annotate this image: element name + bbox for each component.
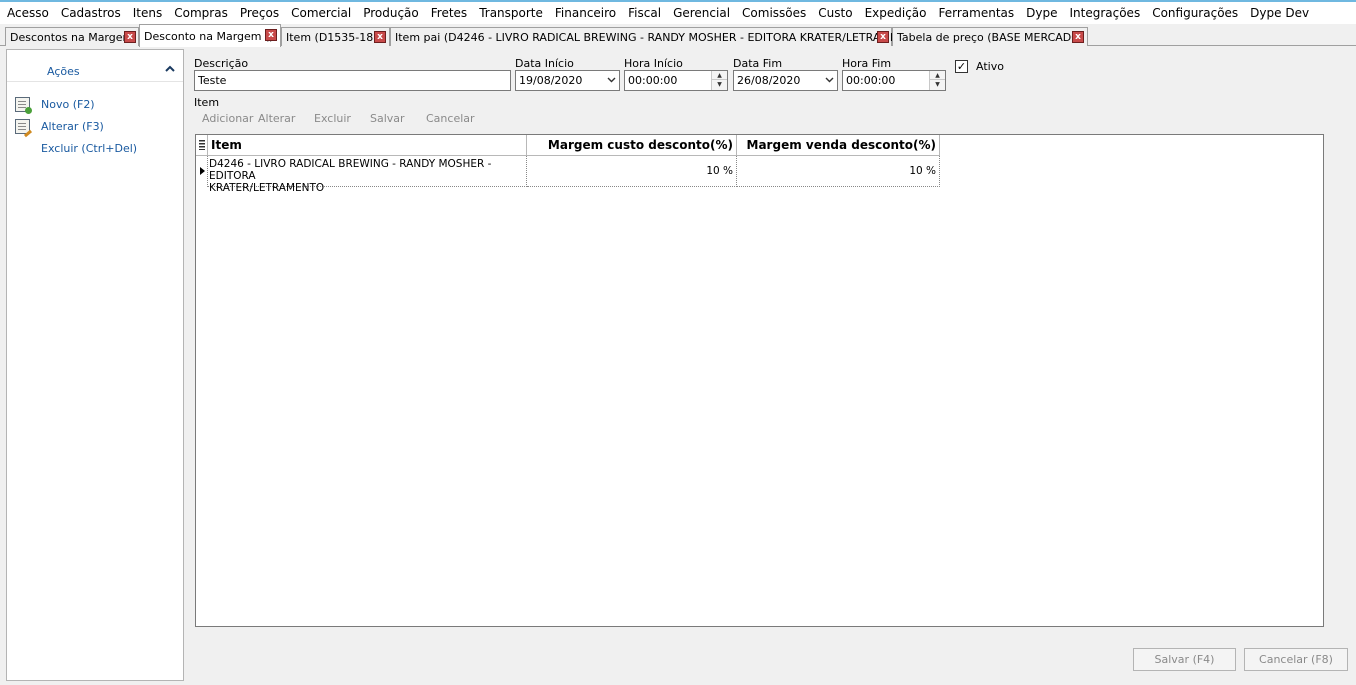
action-novo[interactable]: Novo (F2): [15, 95, 95, 114]
tab-label: Item (D1535-18): [286, 30, 378, 44]
tab-label: Tabela de preço (BASE MERCADO): [897, 30, 1085, 44]
hora-fim-value: 00:00:00: [846, 74, 896, 87]
cell-item-line2: KRATER/LETRAMENTO: [209, 182, 325, 194]
chevron-up-icon[interactable]: [165, 62, 175, 76]
cell-item-line1: D4246 - LIVRO RADICAL BREWING - RANDY MO…: [209, 158, 492, 182]
cancelar-item-button[interactable]: Cancelar: [426, 112, 475, 125]
menu-bar: Acesso Cadastros Itens Compras Preços Co…: [0, 2, 1356, 24]
tab-descontos-na-margem[interactable]: Descontos na Margem x: [5, 27, 139, 46]
data-fim-picker[interactable]: 26/08/2020: [733, 70, 838, 91]
menu-transporte[interactable]: Transporte: [473, 3, 549, 23]
chevron-down-icon[interactable]: [825, 75, 834, 84]
hora-fim-input[interactable]: 00:00:00 ▲ ▼: [842, 70, 946, 91]
close-icon[interactable]: x: [374, 31, 386, 43]
excluir-button[interactable]: Excluir: [314, 112, 351, 125]
tab-item-pai[interactable]: Item pai (D4246 - LIVRO RADICAL BREWING …: [390, 27, 925, 46]
hora-fim-label: Hora Fim: [842, 57, 892, 70]
descricao-value: Teste: [198, 74, 227, 87]
tab-desconto-na-margem[interactable]: Desconto na Margem () x: [139, 24, 281, 47]
menu-expedicao[interactable]: Expedição: [859, 3, 933, 23]
tab-tabela-de-preco[interactable]: Tabela de preço (BASE MERCADO) x: [892, 27, 1088, 46]
action-alterar[interactable]: Alterar (F3): [15, 117, 104, 135]
close-icon[interactable]: x: [124, 31, 136, 43]
menu-gerencial[interactable]: Gerencial: [667, 3, 736, 23]
action-alterar-label: Alterar (F3): [41, 119, 104, 133]
cancelar-button[interactable]: Cancelar (F8): [1244, 648, 1348, 671]
menu-fretes[interactable]: Fretes: [425, 3, 473, 23]
action-excluir[interactable]: Excluir (Ctrl+Del): [15, 139, 137, 157]
hora-inicio-spinner: ▲ ▼: [711, 71, 727, 90]
spin-up-icon[interactable]: ▲: [930, 71, 945, 80]
menu-comissoes[interactable]: Comissões: [736, 3, 812, 23]
cell-margem-custo[interactable]: 10 %: [527, 156, 737, 187]
menu-cadastros[interactable]: Cadastros: [55, 3, 127, 23]
edit-document-icon: [15, 118, 30, 134]
chevron-down-icon[interactable]: [607, 75, 616, 84]
actions-panel-header: Ações: [7, 50, 183, 82]
menu-integracoes[interactable]: Integrações: [1063, 3, 1146, 23]
menu-dype[interactable]: Dype: [1020, 3, 1063, 23]
descricao-input[interactable]: Teste: [194, 70, 511, 91]
tab-label: Descontos na Margem: [10, 30, 134, 44]
content-area: Ações Novo (F2) Alterar (F3) Excluir (Ct…: [0, 46, 1356, 685]
menu-comercial[interactable]: Comercial: [285, 3, 357, 23]
hora-inicio-label: Hora Início: [624, 57, 683, 70]
spin-up-icon[interactable]: ▲: [712, 71, 727, 80]
close-icon[interactable]: x: [877, 31, 889, 43]
actions-panel: Ações Novo (F2) Alterar (F3) Excluir (Ct…: [6, 49, 184, 681]
menu-financeiro[interactable]: Financeiro: [549, 3, 622, 23]
menu-dype-dev[interactable]: Dype Dev: [1244, 3, 1315, 23]
adicionar-button[interactable]: Adicionar: [202, 112, 253, 125]
salvar-item-button[interactable]: Salvar: [370, 112, 405, 125]
alterar-button[interactable]: Alterar: [258, 112, 295, 125]
tab-label: Desconto na Margem (): [144, 29, 274, 43]
menu-ferramentas[interactable]: Ferramentas: [933, 3, 1021, 23]
spin-down-icon[interactable]: ▼: [712, 80, 727, 89]
menu-fiscal[interactable]: Fiscal: [622, 3, 667, 23]
column-chooser-icon[interactable]: [196, 135, 208, 156]
descricao-label: Descrição: [194, 57, 249, 70]
data-inicio-value: 19/08/2020: [519, 74, 583, 87]
column-header-margem-venda[interactable]: Margem venda desconto(%): [737, 135, 940, 156]
table-row[interactable]: D4246 - LIVRO RADICAL BREWING - RANDY MO…: [196, 156, 940, 194]
ativo-checkbox[interactable]: ✓: [955, 60, 968, 73]
close-icon[interactable]: x: [265, 29, 277, 41]
data-inicio-label: Data Início: [515, 57, 574, 70]
tab-label: Item pai (D4246 - LIVRO RADICAL BREWING …: [395, 30, 925, 44]
items-grid[interactable]: Item Margem custo desconto(%) Margem ven…: [195, 134, 1324, 627]
grid-header: Item Margem custo desconto(%) Margem ven…: [196, 135, 940, 156]
action-excluir-label: Excluir (Ctrl+Del): [41, 141, 138, 155]
salvar-button[interactable]: Salvar (F4): [1133, 648, 1236, 671]
menu-precos[interactable]: Preços: [234, 3, 285, 23]
cell-item[interactable]: D4246 - LIVRO RADICAL BREWING - RANDY MO…: [208, 156, 527, 194]
action-novo-label: Novo (F2): [41, 97, 95, 111]
menu-acesso[interactable]: Acesso: [1, 3, 55, 23]
new-document-icon: [15, 96, 32, 114]
menu-configuracoes[interactable]: Configurações: [1146, 3, 1244, 23]
actions-panel-title: Ações: [47, 65, 80, 78]
hora-fim-spinner: ▲ ▼: [929, 71, 945, 90]
data-fim-label: Data Fim: [733, 57, 783, 70]
tab-item-d1535-18[interactable]: Item (D1535-18) x: [281, 27, 390, 46]
document-tab-strip: Descontos na Margem x Desconto na Margem…: [0, 24, 1356, 47]
row-indicator-icon: [196, 156, 208, 187]
menu-itens[interactable]: Itens: [127, 3, 168, 23]
menu-producao[interactable]: Produção: [357, 3, 425, 23]
hora-inicio-value: 00:00:00: [628, 74, 678, 87]
column-header-margem-custo[interactable]: Margem custo desconto(%): [527, 135, 737, 156]
hora-inicio-input[interactable]: 00:00:00 ▲ ▼: [624, 70, 728, 91]
spin-down-icon[interactable]: ▼: [930, 80, 945, 89]
ativo-label: Ativo: [976, 60, 1004, 73]
cell-margem-venda[interactable]: 10 %: [737, 156, 940, 187]
data-fim-value: 26/08/2020: [737, 74, 801, 87]
menu-custo[interactable]: Custo: [812, 3, 858, 23]
item-section-label: Item: [194, 96, 220, 109]
data-inicio-picker[interactable]: 19/08/2020: [515, 70, 620, 91]
column-header-item[interactable]: Item: [208, 135, 527, 156]
menu-compras[interactable]: Compras: [168, 3, 234, 23]
close-icon[interactable]: x: [1072, 31, 1084, 43]
